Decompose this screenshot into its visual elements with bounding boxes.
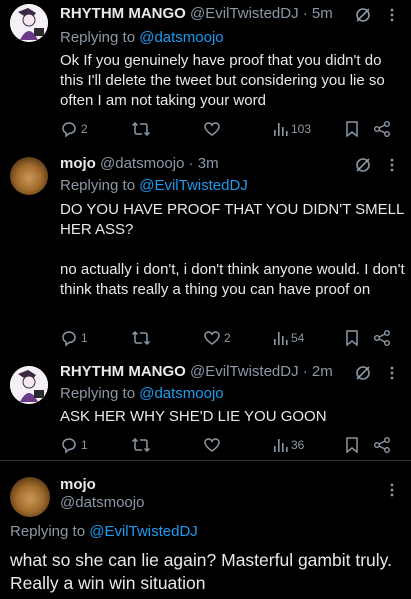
retweet-button[interactable] [131, 435, 151, 455]
user-name[interactable]: mojo [60, 155, 96, 172]
display-name[interactable]: RHYTHM MANGO @EvilTwistedDJ · 5m [60, 5, 333, 22]
share-button[interactable] [373, 328, 391, 348]
like-count: 2 [224, 331, 231, 345]
retweet-button[interactable] [131, 328, 151, 348]
tweet-text: Ok If you genuinely have proof that you … [60, 52, 385, 109]
avatar[interactable] [10, 157, 48, 195]
share-button[interactable] [373, 435, 391, 455]
reply-count: 1 [81, 438, 88, 452]
like-button[interactable]: 2 [203, 328, 231, 348]
user-handle[interactable]: @EvilTwistedDJ [190, 5, 299, 22]
replying-to: Replying to @EvilTwistedDJ [10, 523, 198, 540]
bookmark-button[interactable] [344, 119, 360, 139]
bookmark-icon [346, 330, 358, 347]
user-name[interactable]: RHYTHM MANGO [60, 363, 186, 380]
display-name[interactable]: RHYTHM MANGO @EvilTwistedDJ · 2m [60, 363, 333, 380]
reply-button[interactable]: 2 [60, 119, 88, 139]
bookmark-button[interactable] [344, 435, 360, 455]
share-icon [374, 121, 390, 137]
views-icon [274, 439, 288, 452]
retweet-icon [131, 121, 151, 137]
avatar[interactable] [10, 366, 48, 404]
reply-icon [62, 122, 76, 138]
views-button[interactable]: 54 [272, 328, 304, 348]
user-handle[interactable]: @EvilTwistedDJ [190, 363, 299, 380]
reply-count: 1 [81, 331, 88, 345]
view-count: 103 [291, 122, 312, 136]
views-icon [274, 332, 288, 345]
view-count: 54 [291, 331, 305, 345]
tweet-text: what so she can lie again? Masterful gam… [10, 550, 392, 593]
timestamp[interactable]: · 2m [303, 363, 333, 380]
replying-to-label: Replying to [60, 177, 136, 194]
like-icon [204, 331, 220, 345]
views-icon [274, 123, 288, 136]
timestamp[interactable]: · 5m [303, 5, 333, 22]
reply-icon [62, 438, 76, 454]
reply-count: 2 [81, 122, 88, 136]
bookmark-icon [346, 437, 358, 454]
timestamp[interactable]: · 3m [189, 155, 219, 172]
reply-icon [62, 331, 76, 347]
replying-to-label: Replying to [60, 29, 136, 46]
display-name[interactable]: mojo @datsmoojo · 3m [60, 155, 219, 172]
replying-to-label: Replying to [60, 385, 136, 402]
avatar[interactable] [10, 477, 50, 517]
bookmark-icon [346, 121, 358, 138]
share-button[interactable] [373, 119, 391, 139]
reply-tweet-3[interactable]: RHYTHM MANGO @EvilTwistedDJ · 2m Replyin… [0, 360, 411, 460]
bookmark-button[interactable] [344, 328, 360, 348]
grok-icon[interactable] [354, 6, 372, 24]
action-bar: 2 103 [60, 119, 405, 139]
reply-tweet-1[interactable]: RHYTHM MANGO @EvilTwistedDJ · 5m Replyin… [0, 0, 411, 150]
replying-to-label: Replying to [10, 523, 86, 540]
tweet-text-continued: no actually i don't, i don't think anyon… [60, 261, 405, 298]
replying-to-handle[interactable]: @datsmoojo [139, 385, 223, 402]
like-button[interactable] [203, 119, 221, 139]
share-icon [374, 437, 390, 453]
like-icon [204, 122, 220, 136]
views-button[interactable]: 103 [272, 119, 311, 139]
views-button[interactable]: 36 [272, 435, 304, 455]
user-name[interactable]: RHYTHM MANGO [60, 5, 186, 22]
tweet-top-actions [386, 481, 398, 499]
more-icon[interactable] [386, 6, 398, 24]
replying-to: Replying to @datsmoojo [60, 29, 224, 46]
tweet-top-actions [354, 6, 398, 24]
retweet-icon [131, 437, 151, 453]
reply-button[interactable]: 1 [60, 435, 88, 455]
retweet-button[interactable] [131, 119, 151, 139]
like-icon [204, 438, 220, 452]
more-icon[interactable] [386, 156, 398, 174]
user-handle[interactable]: @datsmoojo [100, 155, 184, 172]
replying-to: Replying to @EvilTwistedDJ [60, 177, 248, 194]
action-bar: 1 36 [60, 435, 405, 455]
retweet-icon [131, 330, 151, 346]
grok-icon[interactable] [354, 156, 372, 174]
share-icon [374, 330, 390, 346]
tweet-top-actions [354, 364, 398, 382]
more-icon[interactable] [386, 364, 398, 382]
tweet-text: ASK HER WHY SHE'D LIE YOU GOON [60, 408, 327, 425]
action-bar: 1 2 54 [60, 328, 405, 348]
tweet-text: DO YOU HAVE PROOF THAT YOU DIDN'T SMELL … [60, 201, 404, 238]
reply-tweet-2[interactable]: mojo @datsmoojo · 3m Replying to @EvilTw… [0, 150, 411, 360]
replying-to: Replying to @datsmoojo [60, 385, 224, 402]
reply-button[interactable]: 1 [60, 328, 88, 348]
focused-tweet: mojo @datsmoojo Replying to @EvilTwisted… [0, 461, 411, 599]
avatar[interactable] [10, 4, 48, 42]
user-handle[interactable]: @datsmoojo [60, 494, 144, 511]
replying-to-handle[interactable]: @EvilTwistedDJ [139, 177, 248, 194]
replying-to-handle[interactable]: @datsmoojo [139, 29, 223, 46]
replying-to-handle[interactable]: @EvilTwistedDJ [89, 523, 198, 540]
more-icon[interactable] [386, 481, 398, 499]
tweet-top-actions [354, 156, 398, 174]
like-button[interactable] [203, 435, 221, 455]
grok-icon[interactable] [354, 364, 372, 382]
view-count: 36 [291, 438, 305, 452]
display-name[interactable]: mojo [60, 476, 96, 493]
